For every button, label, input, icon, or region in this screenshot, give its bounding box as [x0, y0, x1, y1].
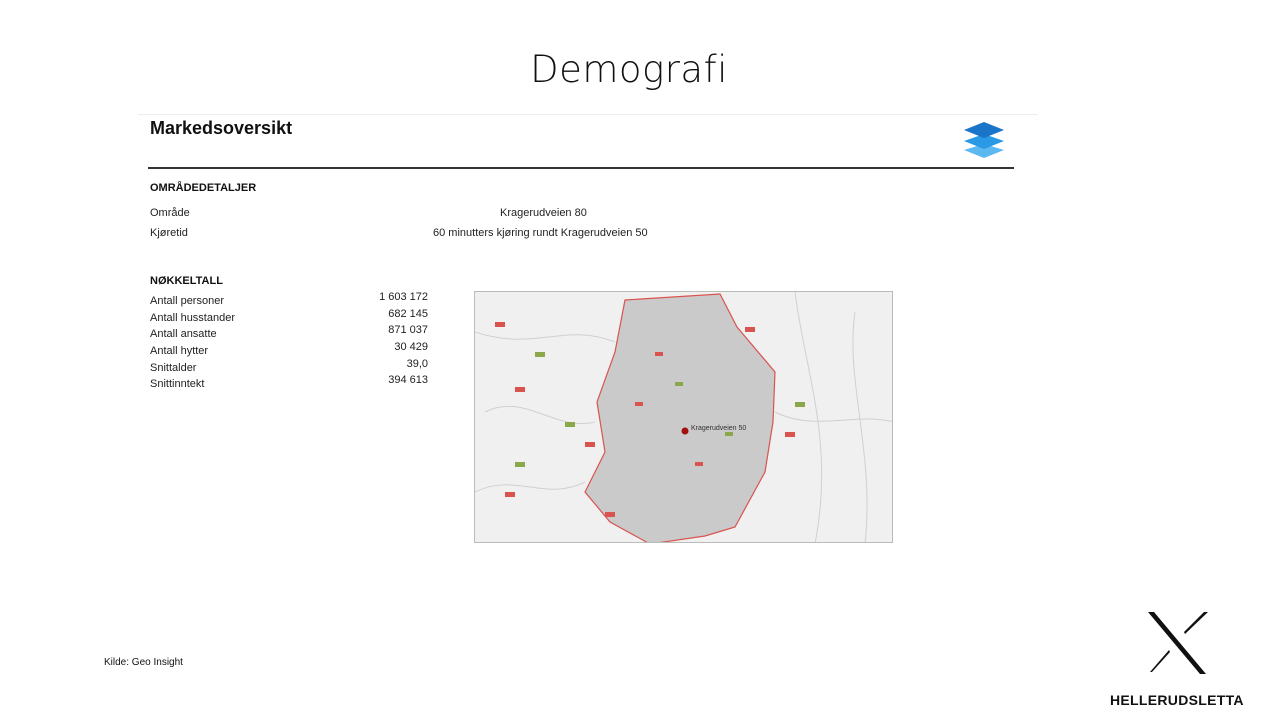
source-note: Kilde: Geo Insight: [104, 657, 183, 668]
layers-icon[interactable]: [962, 120, 1006, 160]
row-value: 39,0: [406, 357, 428, 370]
row-label: Antall husstander: [150, 311, 235, 324]
row-label: Snittalder: [150, 361, 197, 374]
report-heading: Markedsoversikt: [150, 118, 293, 138]
row-label: Snittinntekt: [150, 378, 205, 391]
divider: [138, 114, 1038, 115]
table-row: Snittinntekt 394 613: [150, 374, 428, 391]
marker-label: Kragerudveien 50: [691, 425, 747, 432]
map-canvas: [475, 292, 892, 542]
row-value: 871 037: [388, 324, 428, 337]
table-row: Snittalder 39,0: [150, 358, 428, 375]
row-value: 682 145: [388, 307, 428, 320]
brand-name: HELLERUDSLETTA: [1110, 692, 1244, 708]
table-row: Antall husstander 682 145: [150, 308, 428, 325]
brand-logo: [1148, 612, 1208, 674]
area-details-heading: OMRÅDEDETALJER: [150, 182, 257, 194]
table-row: Antall personer 1 603 172: [150, 291, 428, 308]
divider: [148, 167, 1014, 169]
row-label: Antall hytter: [150, 345, 209, 358]
key-figures-heading: NØKKELTALL: [150, 275, 223, 287]
area-value: Kragerudveien 80: [500, 207, 587, 219]
table-row: Antall hytter 30 429: [150, 341, 428, 358]
drivetime-label: Kjøretid: [150, 227, 188, 239]
row-label: Antall ansatte: [150, 328, 217, 341]
location-marker: [681, 427, 689, 435]
row-value: 1 603 172: [379, 291, 428, 303]
row-label: Antall personer: [150, 295, 224, 307]
slide-title: Demografi: [530, 48, 728, 91]
drive-time-map[interactable]: Kragerudveien 50: [474, 291, 893, 543]
drivetime-value: 60 minutters kjøring rundt Kragerudveien…: [433, 227, 648, 239]
row-value: 30 429: [394, 341, 428, 354]
area-label: Område: [150, 207, 190, 219]
key-figures-table: Antall personer 1 603 172 Antall husstand…: [150, 291, 428, 391]
table-row: Antall ansatte 871 037: [150, 324, 428, 341]
row-value: 394 613: [388, 374, 428, 387]
